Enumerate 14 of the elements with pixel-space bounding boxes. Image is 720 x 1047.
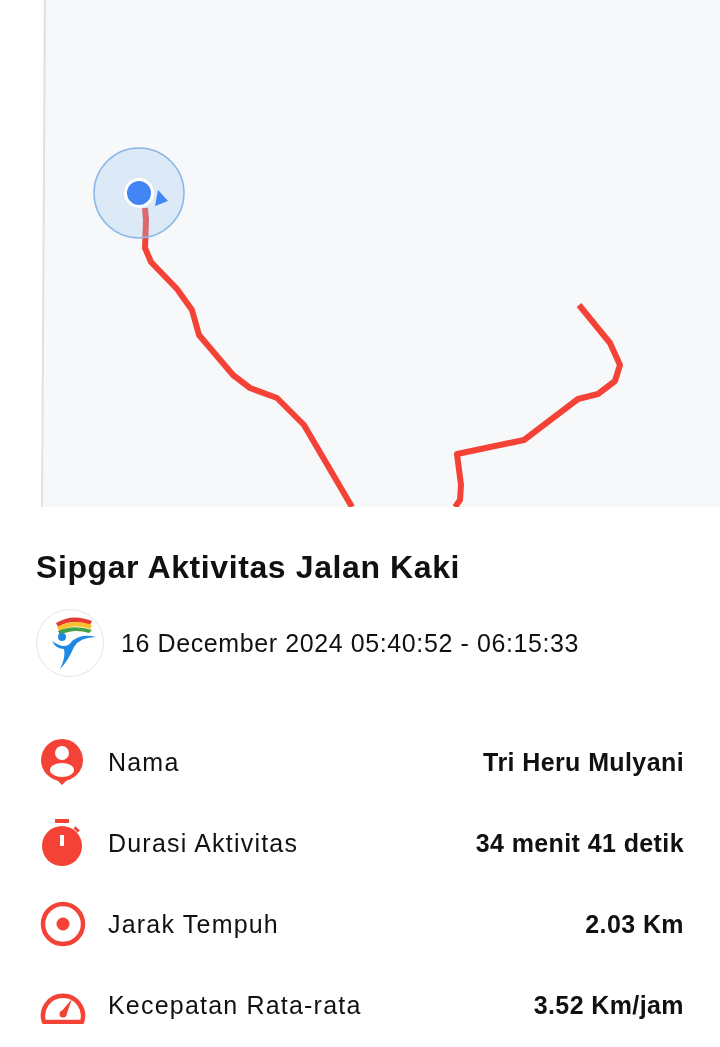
stat-value: 3.52 Km/jam bbox=[533, 990, 684, 1020]
activity-date-range: 16 December 2024 05:40:52 - 06:15:33 bbox=[121, 628, 580, 658]
stat-label: Nama bbox=[108, 747, 181, 777]
stat-label: Jarak Tempuh bbox=[108, 909, 280, 939]
stat-value: 34 menit 41 detik bbox=[475, 828, 684, 858]
stat-label: Kecepatan Rata-rata bbox=[108, 990, 363, 1020]
stat-label: Durasi Aktivitas bbox=[108, 828, 300, 858]
stat-value: 2.03 Km bbox=[585, 909, 684, 939]
target-icon bbox=[40, 901, 86, 947]
stat-value: Tri Heru Mulyani bbox=[483, 747, 684, 777]
stopwatch-icon bbox=[40, 819, 84, 867]
activity-title: Sipgar Aktivitas Jalan Kaki bbox=[36, 548, 462, 587]
person-icon bbox=[40, 739, 84, 785]
location-marker-icon bbox=[93, 147, 185, 239]
